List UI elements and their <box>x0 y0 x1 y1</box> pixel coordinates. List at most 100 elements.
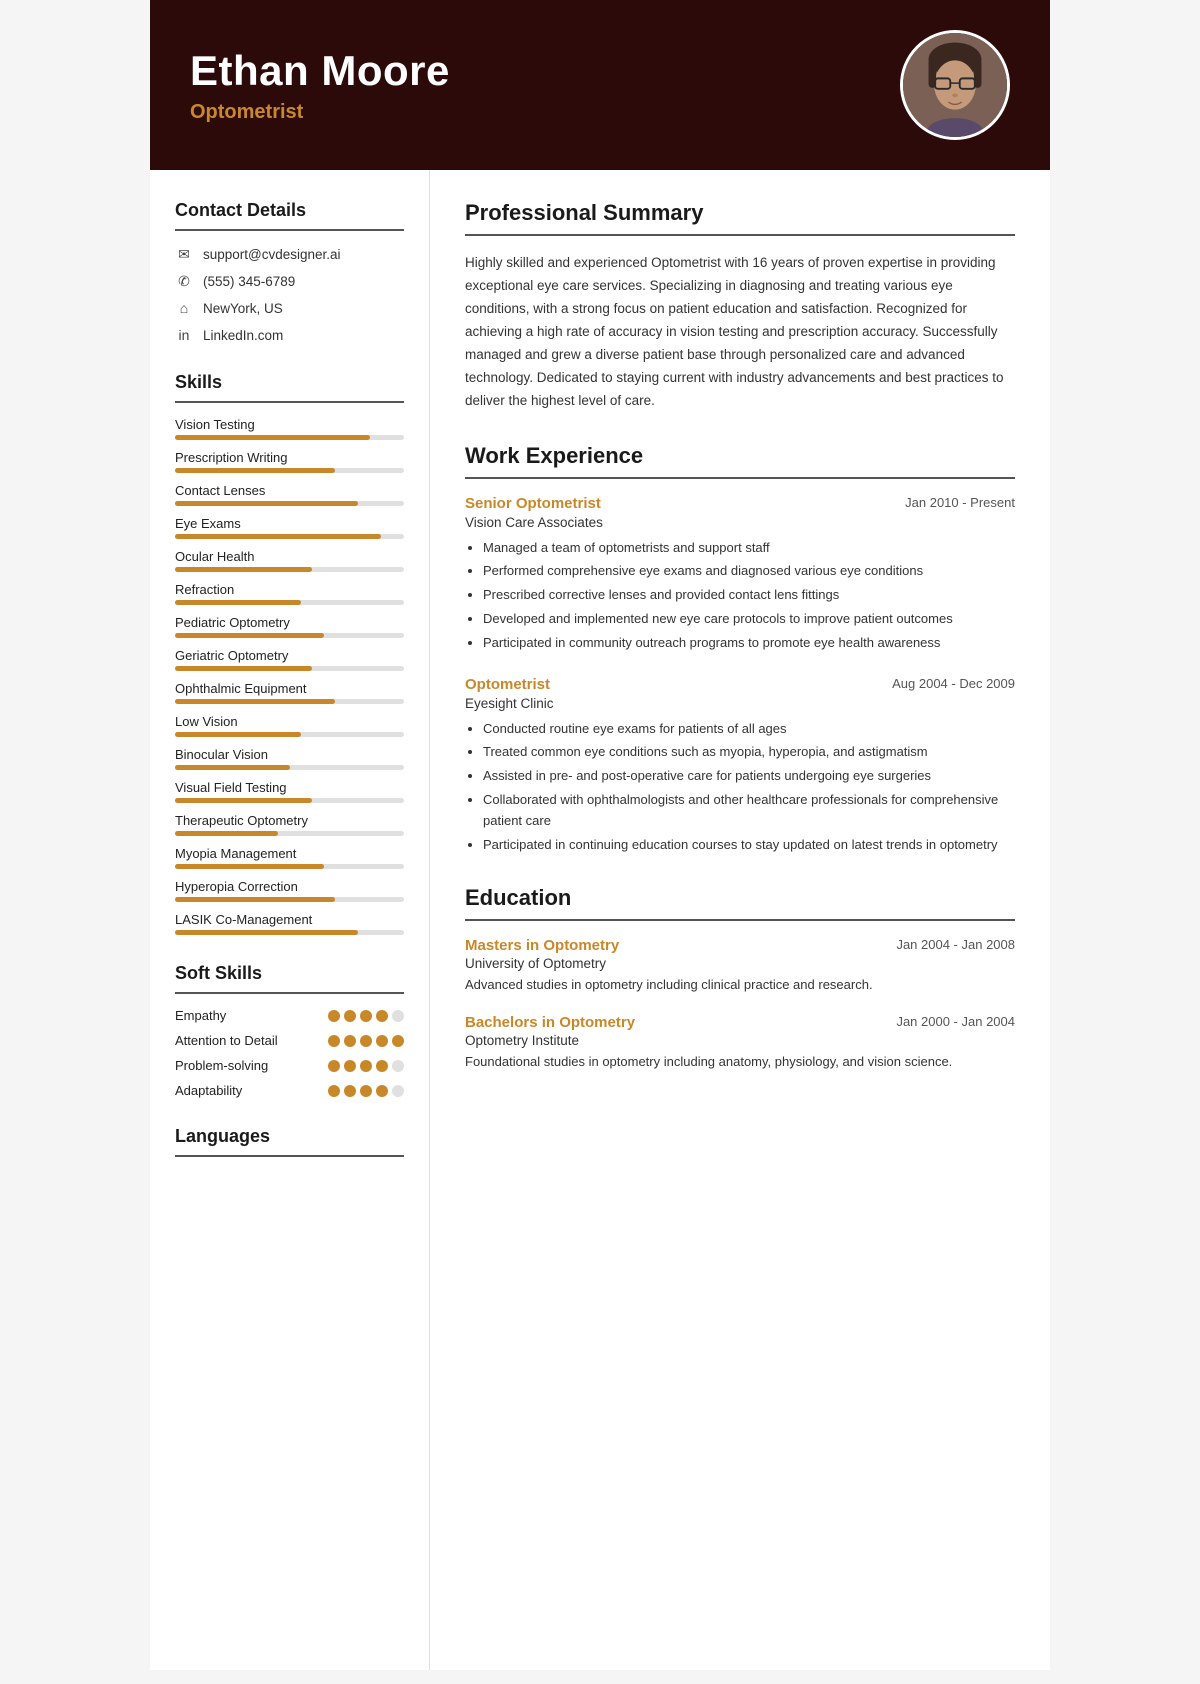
skill-dots <box>328 1060 404 1072</box>
avatar <box>900 30 1010 140</box>
skill-fill <box>175 666 312 671</box>
skill-name: Pediatric Optometry <box>175 615 404 630</box>
skills-list: Vision Testing Prescription Writing Cont… <box>175 417 404 935</box>
skill-bar <box>175 633 404 638</box>
resume-header: Ethan Moore Optometrist <box>150 0 1050 170</box>
job-title: Senior Optometrist <box>465 495 601 512</box>
skill-name: LASIK Co-Management <box>175 912 404 927</box>
edu-school: Optometry Institute <box>465 1033 1015 1048</box>
skill-bar <box>175 567 404 572</box>
edu-block: Bachelors in Optometry Jan 2000 - Jan 20… <box>465 1014 1015 1073</box>
contact-value: NewYork, US <box>203 301 283 316</box>
skill-dot <box>344 1010 356 1022</box>
soft-skills-section: Soft Skills Empathy Attention to Detail … <box>175 963 404 1098</box>
skill-name: Vision Testing <box>175 417 404 432</box>
skill-dot <box>328 1010 340 1022</box>
skill-dot <box>392 1010 404 1022</box>
skill-name: Ophthalmic Equipment <box>175 681 404 696</box>
skill-dot <box>360 1060 372 1072</box>
job-bullet: Managed a team of optometrists and suppo… <box>483 538 1015 559</box>
edu-desc: Foundational studies in optometry includ… <box>465 1052 1015 1073</box>
skill-item: Geriatric Optometry <box>175 648 404 671</box>
soft-skill-name: Empathy <box>175 1008 226 1023</box>
skill-dot <box>344 1035 356 1047</box>
skill-bar <box>175 930 404 935</box>
skill-item: Pediatric Optometry <box>175 615 404 638</box>
skill-name: Binocular Vision <box>175 747 404 762</box>
job-header: Optometrist Aug 2004 - Dec 2009 <box>465 676 1015 693</box>
soft-skills-list: Empathy Attention to Detail Problem-solv… <box>175 1008 404 1098</box>
skill-fill <box>175 534 381 539</box>
skill-item: Hyperopia Correction <box>175 879 404 902</box>
skill-fill <box>175 831 278 836</box>
skill-item: Ocular Health <box>175 549 404 572</box>
skill-item: Vision Testing <box>175 417 404 440</box>
contact-value: support@cvdesigner.ai <box>203 247 341 262</box>
job-bullet: Assisted in pre- and post-operative care… <box>483 766 1015 787</box>
summary-heading: Professional Summary <box>465 200 1015 226</box>
education-section: Education Masters in Optometry Jan 2004 … <box>465 885 1015 1073</box>
candidate-title: Optometrist <box>190 101 450 124</box>
skill-name: Contact Lenses <box>175 483 404 498</box>
skill-name: Ocular Health <box>175 549 404 564</box>
job-bullet: Participated in community outreach progr… <box>483 633 1015 654</box>
skill-item: Visual Field Testing <box>175 780 404 803</box>
job-company: Eyesight Clinic <box>465 696 1015 711</box>
skill-dot <box>344 1060 356 1072</box>
skill-fill <box>175 600 301 605</box>
job-date: Aug 2004 - Dec 2009 <box>892 676 1015 691</box>
skill-bar <box>175 468 404 473</box>
skill-dots <box>328 1035 404 1047</box>
job-date: Jan 2010 - Present <box>905 495 1015 510</box>
skill-bar <box>175 600 404 605</box>
skill-fill <box>175 567 312 572</box>
header-name-block: Ethan Moore Optometrist <box>190 47 450 124</box>
job-bullets: Conducted routine eye exams for patients… <box>465 719 1015 856</box>
skill-item: Ophthalmic Equipment <box>175 681 404 704</box>
skill-item: LASIK Co-Management <box>175 912 404 935</box>
skill-dot <box>328 1085 340 1097</box>
skill-name: Refraction <box>175 582 404 597</box>
job-company: Vision Care Associates <box>465 515 1015 530</box>
soft-skill-item: Attention to Detail <box>175 1033 404 1048</box>
skill-dot <box>344 1085 356 1097</box>
skill-fill <box>175 501 358 506</box>
job-bullet: Performed comprehensive eye exams and di… <box>483 561 1015 582</box>
skill-fill <box>175 435 370 440</box>
skill-item: Refraction <box>175 582 404 605</box>
edu-degree: Bachelors in Optometry <box>465 1014 635 1031</box>
skill-bar <box>175 798 404 803</box>
skill-fill <box>175 765 290 770</box>
job-block: Senior Optometrist Jan 2010 - Present Vi… <box>465 495 1015 654</box>
job-bullet: Treated common eye conditions such as my… <box>483 742 1015 763</box>
contact-item: ✉ support@cvdesigner.ai <box>175 245 404 263</box>
skills-heading: Skills <box>175 372 404 393</box>
skill-bar <box>175 765 404 770</box>
main-content: Professional Summary Highly skilled and … <box>430 170 1050 1670</box>
skill-fill <box>175 897 335 902</box>
skills-divider <box>175 401 404 403</box>
skill-item: Contact Lenses <box>175 483 404 506</box>
skill-bar <box>175 864 404 869</box>
skill-bar <box>175 534 404 539</box>
job-bullet: Collaborated with ophthalmologists and o… <box>483 790 1015 832</box>
contact-divider <box>175 229 404 231</box>
skill-fill <box>175 864 324 869</box>
experience-heading: Work Experience <box>465 443 1015 469</box>
experience-section: Work Experience Senior Optometrist Jan 2… <box>465 443 1015 856</box>
education-list: Masters in Optometry Jan 2004 - Jan 2008… <box>465 937 1015 1073</box>
soft-skill-item: Problem-solving <box>175 1058 404 1073</box>
skill-name: Hyperopia Correction <box>175 879 404 894</box>
contact-value: LinkedIn.com <box>203 328 283 343</box>
skill-bar <box>175 435 404 440</box>
job-title: Optometrist <box>465 676 550 693</box>
skill-name: Eye Exams <box>175 516 404 531</box>
skill-name: Myopia Management <box>175 846 404 861</box>
skill-fill <box>175 930 358 935</box>
skill-dot <box>328 1035 340 1047</box>
linkedin-icon: in <box>175 326 193 344</box>
skill-fill <box>175 699 335 704</box>
skill-item: Eye Exams <box>175 516 404 539</box>
location-icon: ⌂ <box>175 299 193 317</box>
skill-fill <box>175 468 335 473</box>
